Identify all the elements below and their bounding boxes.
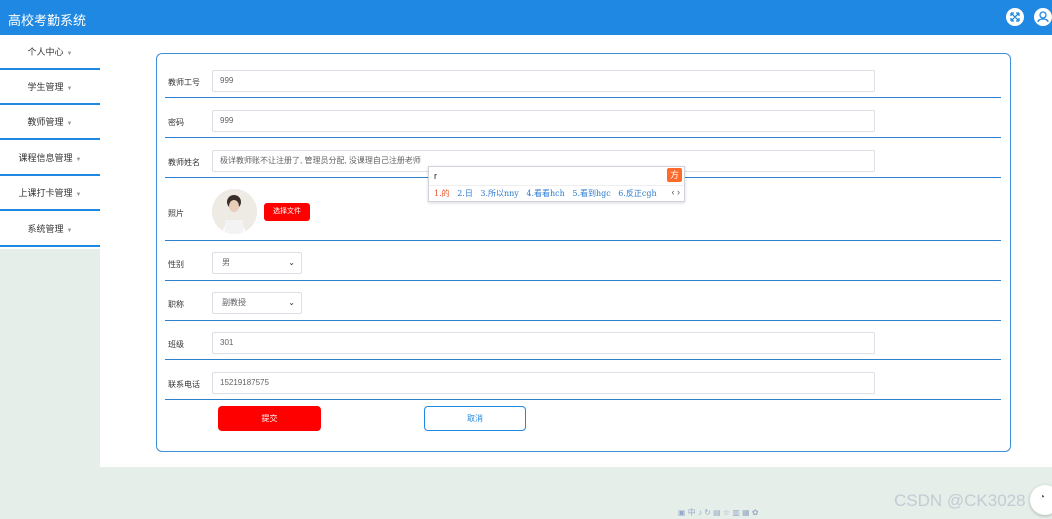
top-bar: 高校考勤系统 (0, 0, 1052, 35)
ime-candidate[interactable]: 5.看到hgc (572, 189, 610, 198)
row-divider (165, 280, 1001, 281)
ime-logo-icon: 方 (667, 168, 682, 182)
gender-select[interactable]: 男 ⌄ (212, 252, 302, 274)
ime-candidate[interactable]: 3.所以nny (480, 189, 518, 198)
chevron-down-icon: ▼ (75, 157, 82, 163)
sidebar-item-label: 学生管理 (27, 82, 64, 92)
class-input[interactable]: 301 (212, 332, 875, 354)
ime-candidate-popup: r 方 1.的 2.日 3.所以nny 4.看看hch 5.看到hgc 6.反正… (428, 166, 685, 202)
sidebar-item-label: 教师管理 (27, 117, 64, 127)
sidebar-item-system[interactable]: 系统管理 ▼ (0, 212, 100, 247)
sidebar-item-label: 系统管理 (27, 224, 64, 234)
ime-input-text: r (434, 171, 437, 181)
sidebar-item-label: 个人中心 (27, 47, 64, 57)
gender-label: 性别 (168, 260, 184, 269)
ime-candidate[interactable]: 2.日 (457, 189, 473, 198)
chevron-down-icon: ⌄ (288, 298, 295, 307)
submit-button[interactable]: 提交 (218, 406, 321, 431)
ime-candidate[interactable]: 1.的 (434, 189, 450, 198)
ime-candidate[interactable]: 6.反正cgh (618, 189, 656, 198)
title-select-value: 副教授 (222, 298, 246, 307)
chevron-down-icon: ▼ (75, 192, 82, 198)
ime-candidates: 1.的 2.日 3.所以nny 4.看看hch 5.看到hgc 6.反正cgh (434, 188, 662, 199)
floating-button[interactable]: ◔ (1030, 485, 1052, 515)
row-divider (165, 97, 1001, 98)
avatar (212, 189, 257, 234)
teacher-no-input[interactable]: 999 (212, 70, 875, 92)
sidebar-item-profile[interactable]: 个人中心 ▼ (0, 35, 100, 70)
chevron-down-icon: ▼ (66, 228, 73, 234)
title-select[interactable]: 副教授 ⌄ (212, 292, 302, 314)
ime-divider (429, 185, 684, 186)
password-input[interactable]: 999 (212, 110, 875, 132)
photo-label: 照片 (168, 209, 184, 218)
row-divider (165, 399, 1001, 400)
user-icon[interactable] (1034, 8, 1052, 26)
chevron-down-icon: ▼ (66, 51, 73, 57)
gender-select-value: 男 (222, 258, 230, 267)
sidebar-item-students[interactable]: 学生管理 ▼ (0, 70, 100, 105)
sidebar-item-teachers[interactable]: 教师管理 ▼ (0, 105, 100, 140)
class-label: 班级 (168, 340, 184, 349)
sidebar-item-checkin[interactable]: 上课打卡管理 ▼ (0, 176, 100, 211)
row-divider (165, 137, 1001, 138)
sidebar: 个人中心 ▼ 学生管理 ▼ 教师管理 ▼ 课程信息管理 ▼ 上课打卡管理 ▼ 系统管理 ▼ (0, 35, 100, 249)
chevron-down-icon: ⌄ (288, 258, 295, 267)
ime-page-arrows-icon[interactable]: ‹ › (672, 187, 681, 197)
row-divider (165, 320, 1001, 321)
phone-input[interactable]: 15219187575 (212, 372, 875, 394)
ime-status-toolbar[interactable]: ▣ 中 ♪ ↻ ▤ ☆ ▥ ▦ ✿ (678, 507, 759, 518)
sidebar-item-label: 课程信息管理 (18, 153, 73, 163)
phone-label: 联系电话 (168, 380, 200, 389)
row-divider (165, 359, 1001, 360)
title-label: 职称 (168, 300, 184, 309)
app-title: 高校考勤系统 (8, 13, 87, 28)
chevron-down-icon: ▼ (66, 86, 73, 92)
choose-file-button[interactable]: 选择文件 (264, 203, 310, 221)
floating-button-icon: ◔ (1039, 492, 1046, 503)
teacher-no-label: 教师工号 (168, 78, 200, 87)
cancel-button[interactable]: 取消 (424, 406, 526, 431)
sidebar-item-label: 上课打卡管理 (18, 188, 73, 198)
row-divider (165, 240, 1001, 241)
teacher-name-label: 教师姓名 (168, 158, 200, 167)
chevron-down-icon: ▼ (66, 121, 73, 127)
ime-candidate[interactable]: 4.看看hch (526, 189, 564, 198)
fullscreen-icon[interactable] (1006, 8, 1024, 26)
watermark: CSDN @CK3028 (894, 491, 1026, 510)
sidebar-item-courses[interactable]: 课程信息管理 ▼ (0, 141, 100, 176)
password-label: 密码 (168, 118, 184, 127)
